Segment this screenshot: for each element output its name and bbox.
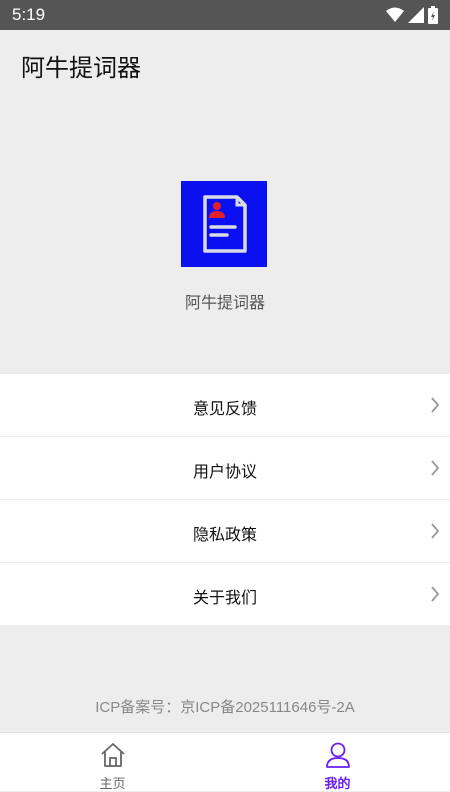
bottom-nav: 主页 我的 [0,732,450,792]
menu-item-privacy-policy[interactable]: 隐私政策 [0,500,450,563]
battery-icon [428,6,438,24]
nav-label: 我的 [324,777,351,792]
settings-menu: 意见反馈 用户协议 隐私政策 关于我们 [0,374,450,625]
app-name: 阿牛提词器 [184,293,265,312]
menu-item-user-agreement[interactable]: 用户协议 [0,437,450,500]
menu-item-feedback[interactable]: 意见反馈 [0,374,450,437]
chevron-right-icon [431,460,440,476]
menu-item-label: 隐私政策 [192,525,257,544]
app-bar: 阿牛提词器 [0,30,450,102]
chevron-right-icon [431,586,440,602]
chevron-right-icon [431,523,440,539]
wifi-icon [386,7,404,22]
signal-icon [408,7,424,23]
document-user-icon [203,195,247,253]
nav-label: 主页 [99,777,126,792]
user-icon [325,742,350,768]
menu-item-label: 意见反馈 [192,399,257,418]
status-time: 5:19 [12,5,46,24]
chevron-right-icon [431,397,440,413]
status-icons [386,6,438,24]
icp-filing-text[interactable]: ICP备案号：京ICP备2025111646号-2A [0,696,450,717]
app-logo [181,181,267,267]
menu-item-label: 关于我们 [192,588,257,607]
nav-item-mine[interactable]: 我的 [225,733,450,792]
status-bar: 5:19 [0,0,450,30]
menu-item-label: 用户协议 [192,462,257,481]
nav-item-home[interactable]: 主页 [0,733,225,792]
home-icon [100,743,125,767]
menu-item-about-us[interactable]: 关于我们 [0,563,450,625]
app-info-section: 阿牛提词器 [0,102,450,372]
page-title: 阿牛提词器 [21,54,141,82]
